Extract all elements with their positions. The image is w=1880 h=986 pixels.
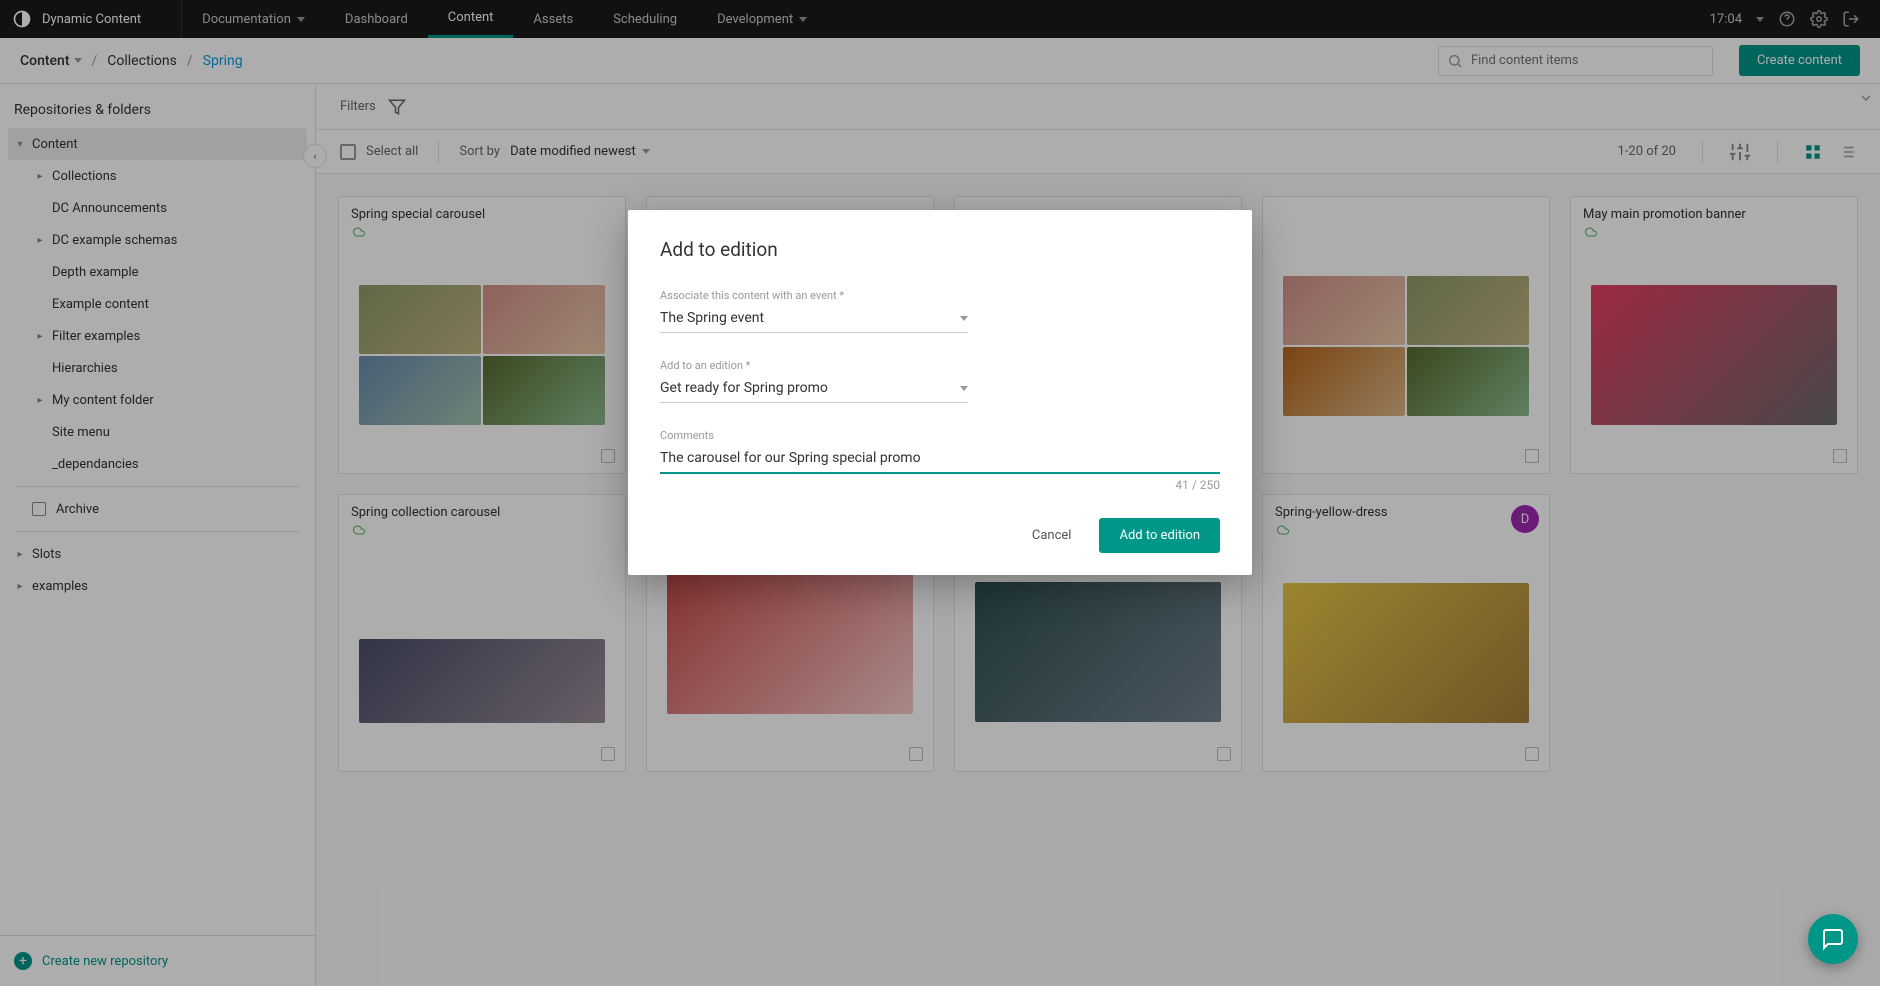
chat-icon: [1821, 927, 1845, 951]
chat-fab[interactable]: [1808, 914, 1858, 964]
chevron-down-icon: [960, 386, 968, 391]
edition-field[interactable]: Add to an edition * Get ready for Spring…: [660, 359, 968, 403]
comments-field-value: The carousel for our Spring special prom…: [660, 450, 921, 466]
add-to-edition-modal: Add to edition Associate this content wi…: [628, 210, 1252, 575]
event-field-label: Associate this content with an event *: [660, 289, 968, 302]
add-to-edition-button[interactable]: Add to edition: [1099, 518, 1220, 553]
comments-field-label: Comments: [660, 429, 1220, 442]
edition-field-label: Add to an edition *: [660, 359, 968, 372]
event-field[interactable]: Associate this content with an event * T…: [660, 289, 968, 333]
edition-field-value: Get ready for Spring promo: [660, 380, 828, 396]
event-field-value: The Spring event: [660, 310, 764, 326]
comments-counter: 41 / 250: [660, 478, 1220, 492]
modal-overlay[interactable]: Add to edition Associate this content wi…: [0, 0, 1880, 986]
chevron-down-icon: [960, 316, 968, 321]
cancel-button[interactable]: Cancel: [1014, 518, 1090, 553]
modal-title: Add to edition: [660, 238, 1220, 261]
comments-field[interactable]: Comments The carousel for our Spring spe…: [660, 429, 1220, 492]
